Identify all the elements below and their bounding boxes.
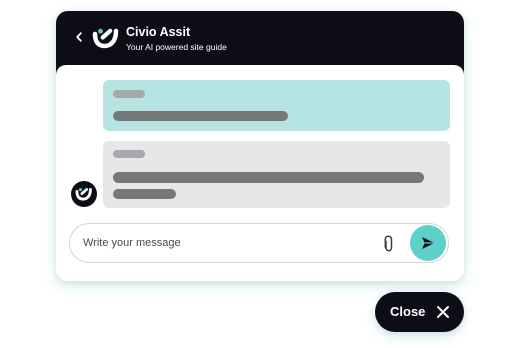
- send-button[interactable]: [410, 225, 446, 261]
- message-composer: [69, 223, 449, 263]
- chat-window: Civio Assit Your AI powered site guide: [56, 11, 464, 281]
- user-message-line-long: [113, 111, 288, 121]
- back-button[interactable]: [73, 31, 85, 43]
- send-icon: [422, 237, 435, 249]
- paperclip-icon: [384, 235, 393, 252]
- attach-button[interactable]: [381, 234, 395, 254]
- user-message-line-short: [113, 90, 145, 98]
- message-input[interactable]: [83, 233, 363, 253]
- chevron-left-icon: [76, 32, 82, 42]
- civio-logo: [92, 26, 120, 50]
- assistant-message-line-long: [113, 172, 424, 183]
- user-message-placeholder: [103, 80, 450, 131]
- assistant-avatar: [71, 181, 97, 207]
- avatar-logo-icon: [75, 188, 92, 201]
- chat-body: [56, 65, 464, 281]
- close-chat-button[interactable]: Close: [375, 292, 464, 332]
- assistant-message-line-short: [113, 150, 145, 158]
- close-chat-label: Close: [390, 304, 426, 319]
- chat-subtitle: Your AI powered site guide: [126, 42, 227, 52]
- assistant-message-line-mid: [113, 189, 176, 199]
- chat-widget-stage: Civio Assit Your AI powered site guide W…: [0, 0, 520, 348]
- close-icon: [437, 306, 449, 318]
- assistant-message-placeholder: [103, 141, 450, 208]
- chat-title: Civio Assit: [126, 25, 191, 39]
